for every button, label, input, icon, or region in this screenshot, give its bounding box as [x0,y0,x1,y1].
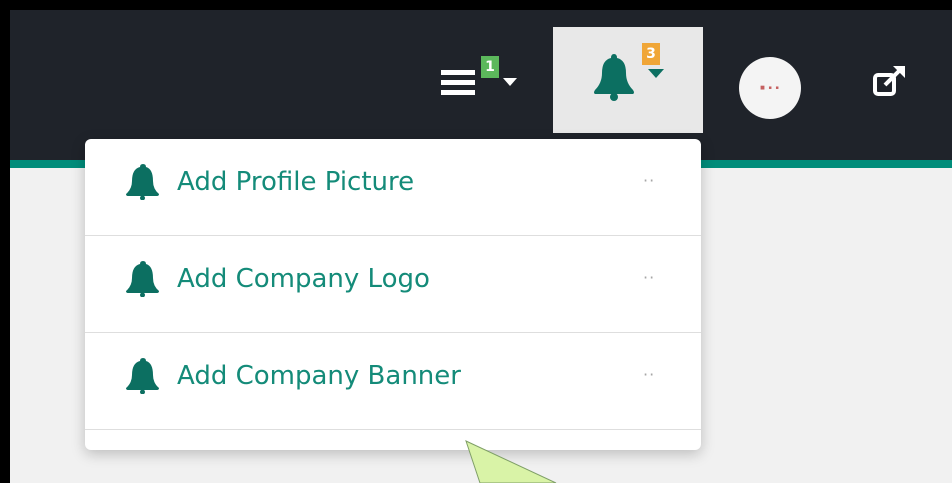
ellipsis-icon: ·· [643,365,656,384]
notifications-count-badge: 3 [642,43,660,65]
bell-icon [126,358,159,394]
ellipsis-icon: ·· [643,268,656,287]
notification-label: Add Profile Picture [177,167,415,197]
dropdown-menu-footer [85,430,701,450]
screenshot-frame: 1 3 ■ ▪ ▪ Add Profile Picture ·· Add Com… [0,0,952,483]
company-logo-avatar: ■ ▪ ▪ [760,85,780,91]
notifications-dropdown-menu: Add Profile Picture ·· Add Company Logo … [85,139,701,450]
caret-down-icon [648,69,664,78]
tasks-menu-button[interactable]: 1 [435,50,527,110]
callout-pointer [465,440,557,483]
tasks-count-badge: 1 [481,56,499,78]
caret-down-icon [503,78,517,86]
external-link-button[interactable] [866,60,910,104]
notification-item-add-company-logo[interactable]: Add Company Logo ·· [85,236,701,333]
notification-label: Add Company Banner [177,361,461,391]
app-viewport: 1 3 ■ ▪ ▪ Add Profile Picture ·· Add Com… [10,10,952,483]
external-link-icon [873,66,905,96]
notifications-menu-button[interactable]: 3 [553,27,703,133]
bell-icon [126,164,159,200]
company-avatar-button[interactable]: ■ ▪ ▪ [739,57,801,119]
notification-item-add-company-banner[interactable]: Add Company Banner ·· [85,333,701,430]
bell-icon [126,261,159,297]
bell-icon [594,54,664,101]
ellipsis-icon: ·· [643,171,656,190]
notification-label: Add Company Logo [177,264,430,294]
notification-item-add-profile-picture[interactable]: Add Profile Picture ·· [85,139,701,236]
